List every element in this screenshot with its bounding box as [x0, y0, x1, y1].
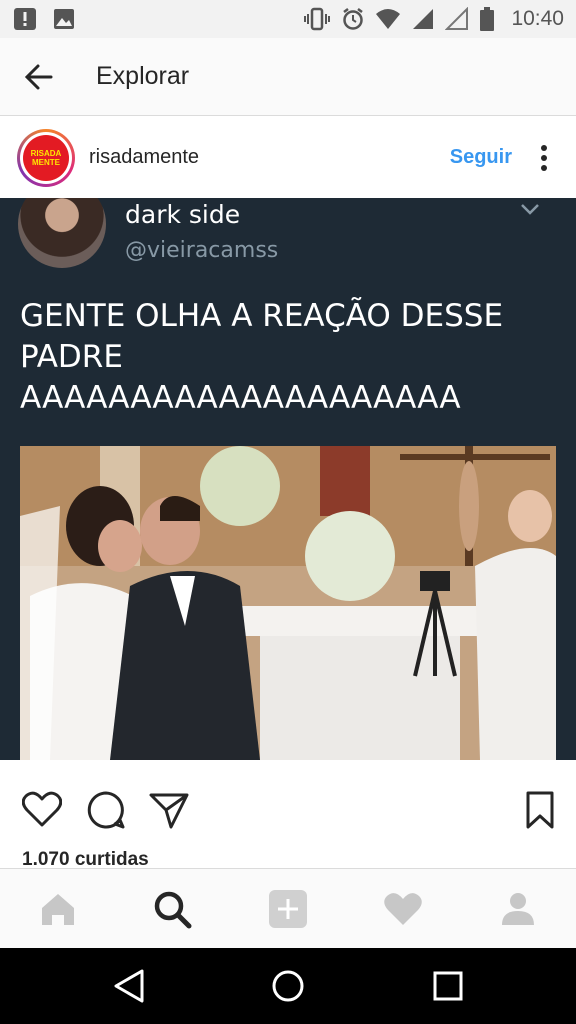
more-options-button[interactable] — [512, 144, 576, 172]
post-image[interactable]: dark side @vieiracamss GENTE OLHA A REAÇ… — [0, 198, 576, 760]
chevron-down-icon — [521, 204, 539, 215]
post-header: RISADA MENTE risadamente Seguir — [0, 117, 576, 198]
tweet-name: dark side — [125, 200, 241, 229]
avatar[interactable]: RISADA MENTE — [17, 128, 75, 187]
tweet-handle: @vieiracamss — [125, 238, 279, 263]
alarm-icon — [343, 8, 364, 30]
home-circle-icon[interactable] — [271, 968, 305, 1004]
arrow-left-icon — [24, 64, 53, 89]
recents-square-icon[interactable] — [432, 968, 464, 1004]
tweet-text: GENTE OLHA A REAÇÃO DESSE PADRE AAAAAAAA… — [20, 298, 504, 416]
alert-icon — [14, 8, 36, 30]
risadamente-logo: RISADA MENTE — [23, 134, 69, 181]
wedding-scene — [20, 446, 556, 760]
heart-icon[interactable] — [383, 889, 423, 929]
image-icon — [54, 9, 74, 29]
signal-outline-icon — [445, 7, 469, 30]
follow-button[interactable]: Seguir — [450, 146, 512, 169]
comment-icon[interactable] — [86, 790, 126, 830]
system-navigation-bar — [0, 948, 576, 1024]
bottom-tab-bar — [0, 868, 576, 948]
profile-icon[interactable] — [498, 889, 538, 929]
logo-text: RISADA MENTE — [30, 148, 62, 167]
app-bar: Explorar — [0, 38, 576, 116]
clock: 10:40 — [511, 7, 564, 30]
battery-icon — [480, 7, 495, 31]
signal-icon — [413, 9, 434, 29]
heart-outline-icon[interactable] — [22, 790, 62, 828]
back-button[interactable] — [0, 38, 78, 116]
add-icon[interactable] — [268, 889, 308, 929]
back-triangle-icon[interactable] — [112, 968, 146, 1004]
wedding-photo — [20, 446, 556, 760]
post-username[interactable]: risadamente — [89, 146, 199, 169]
share-icon[interactable] — [148, 790, 190, 830]
home-icon[interactable] — [38, 889, 78, 929]
bookmark-icon[interactable] — [524, 790, 556, 830]
wifi-icon — [376, 9, 401, 29]
tweet-avatar — [18, 198, 106, 268]
page-title: Explorar — [96, 62, 190, 90]
search-icon[interactable] — [152, 889, 192, 929]
more-vertical-icon — [541, 144, 547, 171]
vibrate-icon — [304, 7, 331, 31]
post-actions: 1.070 curtidas — [0, 760, 576, 870]
status-bar: 10:40 — [0, 0, 576, 38]
